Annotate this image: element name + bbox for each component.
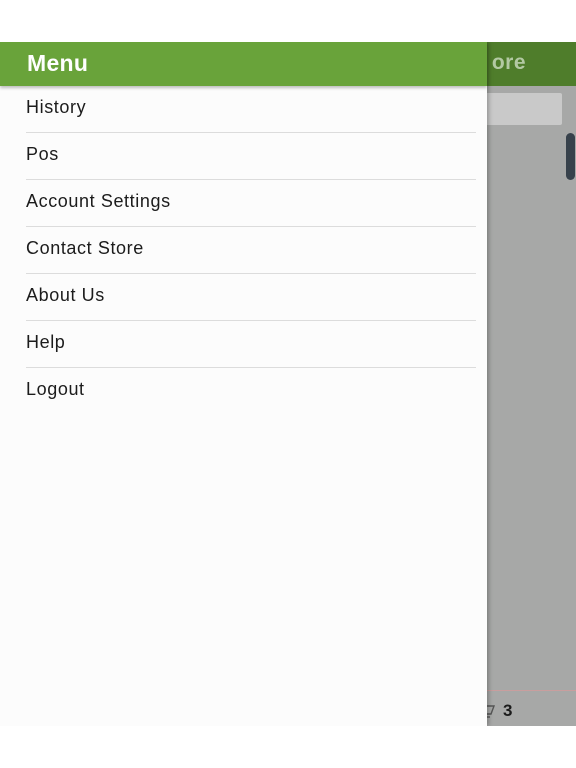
- app-screen: ore 3 Menu History Pos Account Settings …: [0, 42, 576, 726]
- scrollbar-thumb: [566, 133, 575, 180]
- menu-item-label: About Us: [26, 285, 105, 305]
- menu-item-help[interactable]: Help: [26, 321, 476, 368]
- drawer-header: Menu: [0, 42, 487, 86]
- menu-item-contact-store[interactable]: Contact Store: [26, 227, 476, 274]
- menu-item-history[interactable]: History: [26, 86, 476, 133]
- menu-item-label: Account Settings: [26, 191, 171, 211]
- drawer-title: Menu: [27, 50, 89, 76]
- menu-item-label: Logout: [26, 379, 85, 399]
- menu-item-label: Pos: [26, 144, 59, 164]
- menu-item-about-us[interactable]: About Us: [26, 274, 476, 321]
- navigation-drawer: Menu History Pos Account Settings Contac…: [0, 42, 487, 726]
- menu-item-label: History: [26, 97, 87, 117]
- menu-item-label: Contact Store: [26, 238, 144, 258]
- menu-item-account-settings[interactable]: Account Settings: [26, 180, 476, 227]
- menu-item-logout[interactable]: Logout: [26, 368, 476, 414]
- menu-item-pos[interactable]: Pos: [26, 133, 476, 180]
- menu-item-label: Help: [26, 332, 66, 352]
- menu-list: History Pos Account Settings Contact Sto…: [0, 86, 487, 414]
- cart-count: 3: [503, 701, 513, 720]
- app-title: ore: [491, 51, 526, 74]
- bottom-divider: [486, 690, 576, 691]
